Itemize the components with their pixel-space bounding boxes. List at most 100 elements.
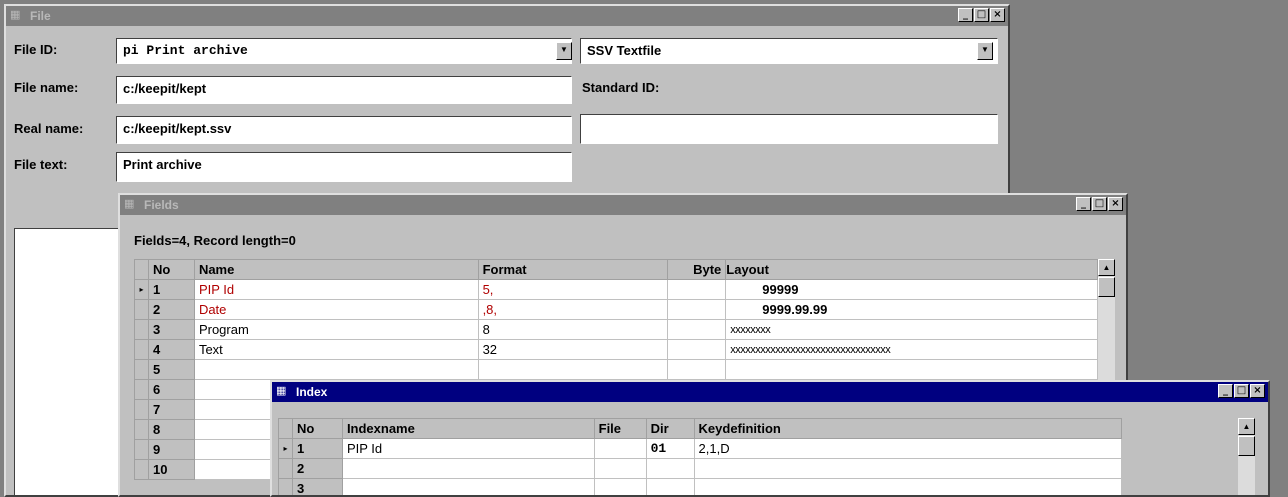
field-format-cell[interactable] xyxy=(477,359,669,380)
file-type-select[interactable]: SSV Textfile xyxy=(580,38,998,64)
field-format-cell[interactable]: 32 xyxy=(477,339,669,360)
index-keydef-cell[interactable]: 2,1,D xyxy=(693,438,1123,459)
scroll-thumb[interactable] xyxy=(1238,436,1255,456)
field-name-cell[interactable]: Date xyxy=(193,299,479,320)
table-row[interactable]: ▸ 1 PIP Id 01 2,1,D xyxy=(278,438,1123,459)
row-indicator xyxy=(134,359,149,380)
field-format-cell[interactable]: 8 xyxy=(477,319,669,340)
file-name-input[interactable]: c:/keepit/kept xyxy=(116,76,572,104)
scroll-up-icon[interactable]: ▲ xyxy=(1098,259,1115,276)
table-row[interactable]: 3 Program 8 xxxxxxxx xyxy=(134,319,1098,340)
field-byte-cell[interactable] xyxy=(667,319,727,340)
file-id-label: File ID: xyxy=(14,42,58,57)
field-name-cell[interactable] xyxy=(193,359,479,380)
close-icon[interactable]: × xyxy=(1108,197,1123,211)
window-icon[interactable]: ▦ xyxy=(124,198,136,210)
index-dir-cell[interactable] xyxy=(645,478,695,495)
index-file-cell[interactable] xyxy=(593,438,647,459)
close-icon[interactable]: × xyxy=(990,8,1005,22)
scroll-up-icon[interactable]: ▲ xyxy=(1238,418,1255,435)
file-name-label: File name: xyxy=(14,80,79,95)
standard-id-input[interactable] xyxy=(580,114,998,144)
index-no-cell: 2 xyxy=(291,458,343,479)
field-layout-cell[interactable]: 99999 xyxy=(725,279,1098,300)
real-name-input[interactable]: c:/keepit/kept.ssv xyxy=(116,116,572,144)
file-id-dropdown-icon[interactable]: ▼ xyxy=(556,42,572,60)
column-header-no[interactable]: No xyxy=(291,418,343,439)
file-window-titlebar[interactable]: ▦ File _ □ × xyxy=(6,6,1008,26)
row-indicator-header xyxy=(278,418,293,439)
field-no-cell: 1 xyxy=(147,279,195,300)
window-icon[interactable]: ▦ xyxy=(276,385,288,397)
field-layout-cell[interactable] xyxy=(725,359,1098,380)
index-file-cell[interactable] xyxy=(593,478,647,495)
field-no-cell: 7 xyxy=(147,399,195,420)
column-header-byte[interactable]: Byte xyxy=(667,259,727,280)
index-window: ▦ Index _ □ × No Indexname File Dir Keyd… xyxy=(270,380,1270,497)
field-no-cell: 8 xyxy=(147,419,195,440)
scroll-thumb[interactable] xyxy=(1098,277,1115,297)
column-header-no[interactable]: No xyxy=(147,259,195,280)
index-file-cell[interactable] xyxy=(593,458,647,479)
maximize-icon[interactable]: □ xyxy=(974,8,989,22)
column-header-dir[interactable]: Dir xyxy=(645,418,695,439)
file-text-input[interactable]: Print archive xyxy=(116,152,572,182)
file-id-select[interactable]: pi Print archive xyxy=(116,38,572,64)
field-layout-cell[interactable]: 9999.99.99 xyxy=(725,299,1098,320)
index-no-cell: 1 xyxy=(291,438,343,459)
index-keydef-cell[interactable] xyxy=(693,478,1123,495)
index-name-cell[interactable] xyxy=(341,458,595,479)
field-byte-cell[interactable] xyxy=(667,339,727,360)
minimize-icon[interactable]: _ xyxy=(958,8,973,22)
field-name-cell[interactable]: PIP Id xyxy=(193,279,479,300)
index-dir-cell[interactable] xyxy=(645,458,695,479)
column-header-indexname[interactable]: Indexname xyxy=(341,418,595,439)
field-byte-cell[interactable] xyxy=(667,299,727,320)
field-no-cell: 5 xyxy=(147,359,195,380)
row-pointer-icon: ▸ xyxy=(278,438,293,459)
column-header-format[interactable]: Format xyxy=(477,259,669,280)
table-row[interactable]: ▸ 1 PIP Id 5, 99999 xyxy=(134,279,1098,300)
index-scrollbar[interactable]: ▲ xyxy=(1238,418,1255,495)
file-list-panel[interactable] xyxy=(14,228,124,495)
column-header-keydefinition[interactable]: Keydefinition xyxy=(693,418,1123,439)
index-table: No Indexname File Dir Keydefinition ▸ 1 PI… xyxy=(278,418,1123,495)
index-name-cell[interactable]: PIP Id xyxy=(341,438,595,459)
row-indicator xyxy=(134,439,149,460)
index-keydef-cell[interactable] xyxy=(693,458,1123,479)
fields-window-titlebar[interactable]: ▦ Fields _ □ × xyxy=(120,195,1126,215)
field-name-cell[interactable]: Program xyxy=(193,319,479,340)
field-no-cell: 9 xyxy=(147,439,195,460)
window-icon[interactable]: ▦ xyxy=(10,9,22,21)
fields-summary: Fields=4, Record length=0 xyxy=(134,233,296,248)
field-format-cell[interactable]: 5, xyxy=(477,279,669,300)
table-row[interactable]: 4 Text 32 xxxxxxxxxxxxxxxxxxxxxxxxxxxxxxxx xyxy=(134,339,1098,360)
field-no-cell: 3 xyxy=(147,319,195,340)
field-layout-cell[interactable]: xxxxxxxx xyxy=(725,319,1098,340)
file-type-dropdown-icon[interactable]: ▼ xyxy=(977,42,993,60)
maximize-icon[interactable]: □ xyxy=(1092,197,1107,211)
field-name-cell[interactable]: Text xyxy=(193,339,479,360)
table-row[interactable]: 5 xyxy=(134,359,1098,380)
close-icon[interactable]: × xyxy=(1250,384,1265,398)
index-no-cell: 3 xyxy=(291,478,343,495)
minimize-icon[interactable]: _ xyxy=(1218,384,1233,398)
table-row[interactable]: 2 xyxy=(278,458,1123,479)
index-name-cell[interactable] xyxy=(341,478,595,495)
fields-window-title: Fields xyxy=(144,198,179,212)
column-header-layout[interactable]: Layout xyxy=(725,259,1098,280)
row-indicator xyxy=(134,459,149,480)
index-dir-cell[interactable]: 01 xyxy=(645,438,695,459)
column-header-file[interactable]: File xyxy=(593,418,647,439)
minimize-icon[interactable]: _ xyxy=(1076,197,1091,211)
table-row[interactable]: 2 Date ,8, 9999.99.99 xyxy=(134,299,1098,320)
column-header-name[interactable]: Name xyxy=(193,259,479,280)
field-format-cell[interactable]: ,8, xyxy=(477,299,669,320)
field-byte-cell[interactable] xyxy=(667,359,727,380)
table-row[interactable]: 3 xyxy=(278,478,1123,495)
field-byte-cell[interactable] xyxy=(667,279,727,300)
row-indicator xyxy=(134,419,149,440)
maximize-icon[interactable]: □ xyxy=(1234,384,1249,398)
index-window-titlebar[interactable]: ▦ Index _ □ × xyxy=(272,382,1268,402)
field-layout-cell[interactable]: xxxxxxxxxxxxxxxxxxxxxxxxxxxxxxxx xyxy=(725,339,1098,360)
